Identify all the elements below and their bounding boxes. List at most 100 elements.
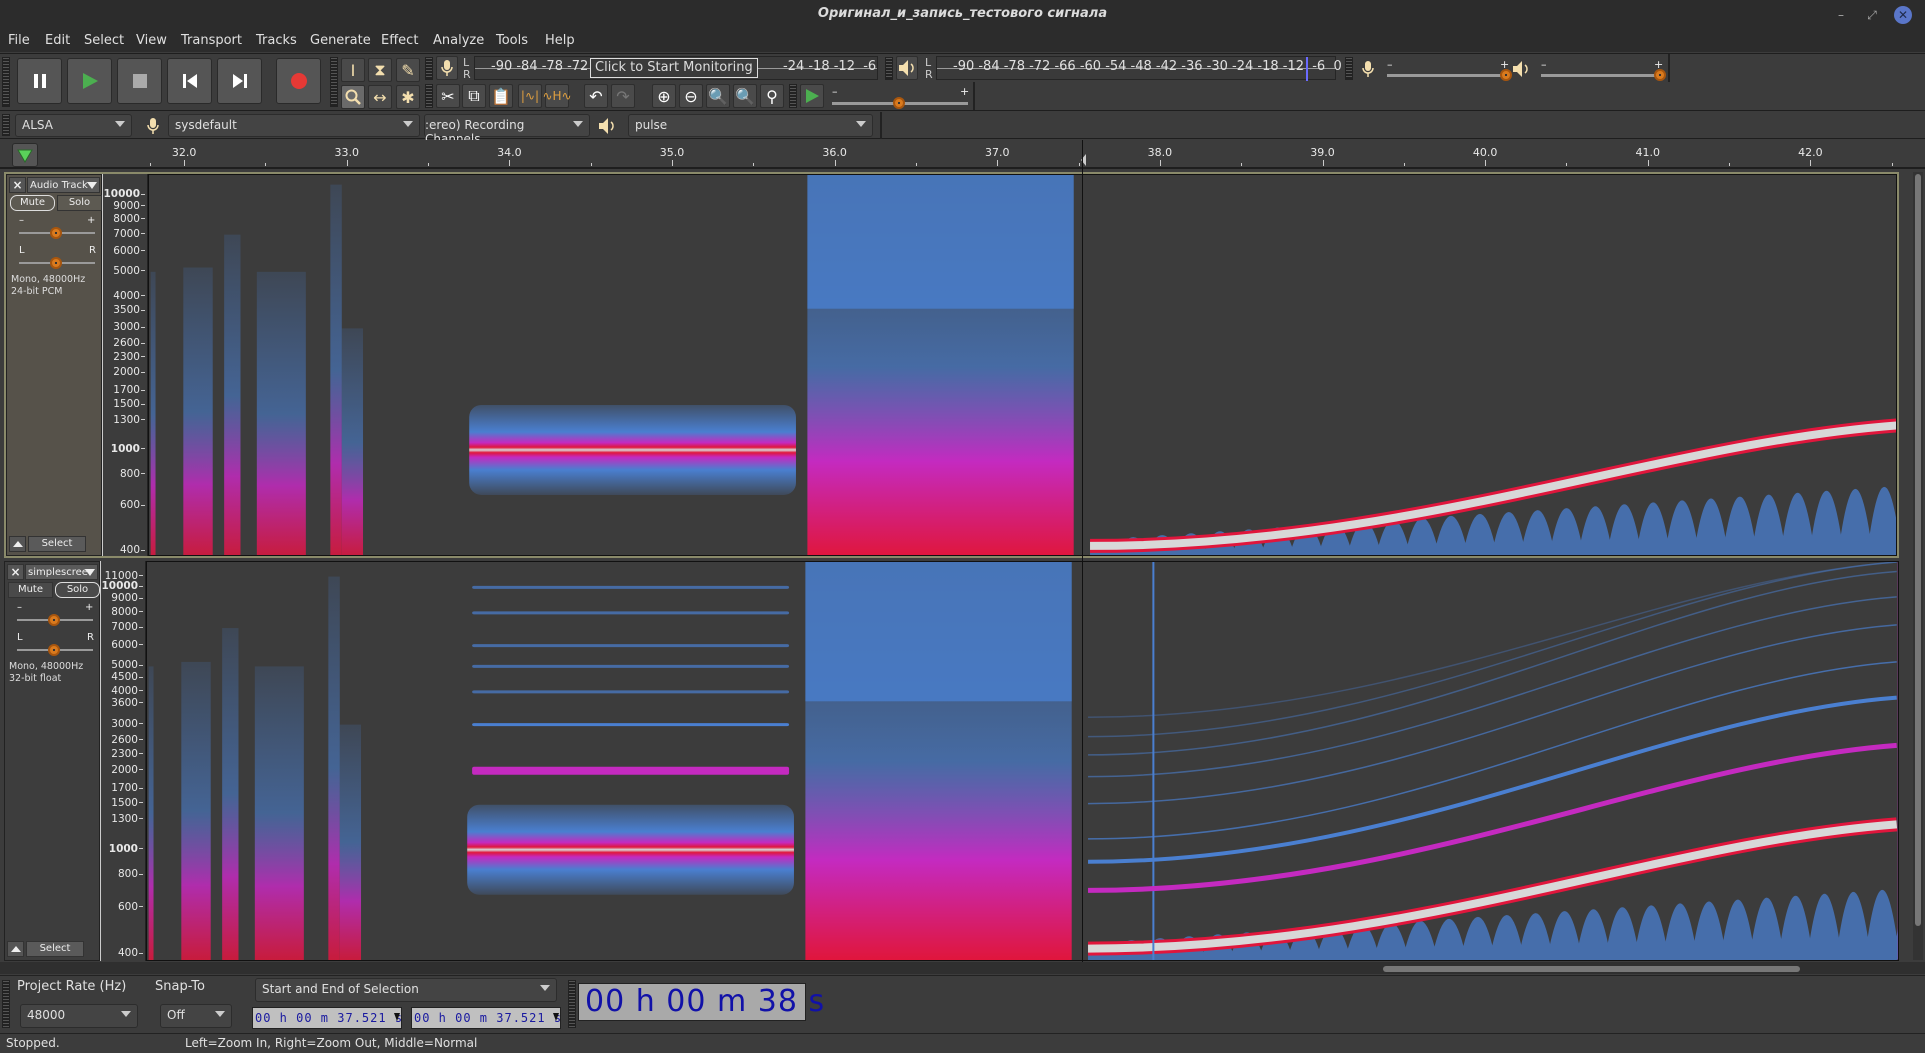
playback-device-select[interactable]: pulse	[628, 114, 873, 137]
envelope-tool-button[interactable]: ⧗	[368, 58, 392, 82]
multi-tool-button[interactable]: ✱	[396, 85, 420, 109]
maximize-button[interactable]: ⤢	[1863, 6, 1881, 24]
project-rate-select[interactable]: 48000	[20, 1004, 138, 1028]
selection-end-time[interactable]: 00 h 00 m 37.521 s	[411, 1007, 561, 1029]
spectrogram-view[interactable]	[148, 174, 1897, 556]
status-hint: Left=Zoom In, Right=Zoom Out, Middle=Nor…	[185, 1036, 478, 1050]
speech-energy	[328, 576, 340, 960]
play-meter-grip[interactable]	[885, 57, 893, 80]
pause-button[interactable]	[17, 58, 62, 104]
mute-button[interactable]: Mute	[8, 582, 53, 598]
trim-audio-button[interactable]: |∿|	[518, 84, 542, 108]
playback-volume-slider[interactable]	[1541, 74, 1661, 77]
time-toolbar-grip[interactable]	[568, 980, 576, 1028]
play-at-speed-button[interactable]	[800, 84, 824, 108]
zoom-in-button[interactable]: ⊕	[652, 84, 676, 108]
track-name-menu[interactable]: simplescree	[25, 564, 98, 580]
close-track-button[interactable]: ×	[9, 177, 26, 193]
menu-transport[interactable]: Transport	[181, 33, 242, 48]
spectrogram-view[interactable]	[146, 561, 1899, 961]
mixer-toolbar-grip[interactable]	[1345, 57, 1353, 80]
menu-generate[interactable]: Generate	[310, 33, 371, 48]
mute-button[interactable]: Mute	[10, 195, 55, 211]
playback-volume-knob[interactable]	[1654, 69, 1666, 81]
close-window-button[interactable]: ✕	[1894, 6, 1912, 24]
record-button[interactable]	[276, 58, 321, 104]
menu-help[interactable]: Help	[545, 33, 575, 48]
skip-to-end-button[interactable]	[217, 58, 262, 104]
snap-to-select[interactable]: Off	[160, 1004, 232, 1028]
menu-tools[interactable]: Tools	[496, 33, 528, 48]
silence-audio-button[interactable]: ∿H∿	[542, 84, 572, 108]
gain-knob[interactable]	[48, 614, 60, 626]
play-speed-knob[interactable]	[893, 97, 905, 109]
frequency-tick: 4000	[111, 685, 145, 697]
vertical-scrollbar-thumb[interactable]	[1915, 174, 1921, 926]
draw-tool-button[interactable]: ✎	[396, 58, 420, 82]
gain-knob[interactable]	[50, 227, 62, 239]
transport-toolbar-grip[interactable]	[2, 57, 10, 107]
frequency-tick: 1000	[109, 843, 145, 855]
play-button[interactable]	[67, 58, 112, 104]
timeline-ruler[interactable]: 32.0 33.0 34.0 35.0 36.0 37.0 38.0 39.0 40.0 41.0…	[0, 140, 1925, 169]
audio-track-1[interactable]: × Audio Track Mute Solo – + L R Mono, 48…	[4, 172, 1899, 558]
copy-button[interactable]: ⧉	[462, 84, 486, 108]
play-meter-button[interactable]	[896, 56, 918, 80]
zoom-toggle-button[interactable]: ⚲	[760, 84, 784, 108]
collapse-track-button[interactable]	[7, 941, 24, 957]
close-track-button[interactable]: ×	[7, 564, 24, 580]
play-at-speed-grip[interactable]	[789, 84, 797, 108]
recording-volume-slider[interactable]	[1387, 74, 1507, 77]
menu-analyze[interactable]: Analyze	[433, 33, 484, 48]
solo-button[interactable]: Solo	[57, 195, 102, 211]
skip-to-start-button[interactable]	[167, 58, 212, 104]
audio-track-2[interactable]: × simplescree Mute Solo – + L R Mono, 48…	[4, 561, 1899, 961]
menu-effect[interactable]: Effect	[381, 33, 418, 48]
fit-project-button[interactable]: 🔍	[733, 84, 757, 108]
stop-button[interactable]	[117, 58, 162, 104]
solo-button[interactable]: Solo	[55, 582, 100, 598]
zoom-out-button[interactable]: ⊖	[679, 84, 703, 108]
device-toolbar-grip[interactable]	[2, 114, 10, 136]
pan-knob[interactable]	[50, 257, 62, 269]
fit-selection-button[interactable]: 🔍	[706, 84, 730, 108]
start-monitoring-tooltip[interactable]: Click to Start Monitoring	[590, 58, 758, 78]
audio-position-display[interactable]: 00 h 00 m 38 s	[578, 983, 824, 1021]
select-track-button[interactable]: Select	[28, 536, 86, 552]
recording-device-select[interactable]: sysdefault	[168, 114, 420, 137]
menu-view[interactable]: View	[136, 33, 167, 48]
selection-toolbar-grip[interactable]	[2, 980, 10, 1028]
menu-file[interactable]: File	[8, 33, 30, 48]
play-meter[interactable]: -90 -84 -78 -72 -66 -60 -54 -48 -42 -36 …	[936, 56, 1342, 81]
recording-volume-knob[interactable]	[1500, 69, 1512, 81]
frequency-ruler[interactable]: 10000 9000 8000 7000 6000 5000 4000 3500 3000 260…	[102, 174, 148, 556]
record-meter-grip[interactable]	[425, 57, 433, 80]
timeline-options-button[interactable]	[12, 143, 38, 167]
collapse-track-button[interactable]	[9, 536, 26, 552]
audio-host-select[interactable]: ALSA	[15, 114, 132, 137]
cut-button[interactable]: ✂	[436, 84, 460, 108]
frequency-ruler[interactable]: 11000 10000 9000 8000 7000 6000 5000 4500 4000 36…	[100, 561, 146, 961]
menu-select[interactable]: Select	[84, 33, 124, 48]
undo-button[interactable]: ↶	[584, 84, 608, 108]
menu-edit[interactable]: Edit	[45, 33, 70, 48]
minimize-button[interactable]: –	[1832, 6, 1850, 24]
pan-knob[interactable]	[48, 644, 60, 656]
tools-toolbar-grip[interactable]	[330, 57, 338, 107]
selection-tool-button[interactable]: I	[341, 58, 365, 82]
recording-channels-select[interactable]: :ereo) Recording Channels	[424, 114, 590, 146]
menu-tracks[interactable]: Tracks	[256, 33, 297, 48]
paste-button[interactable]: 📋	[489, 84, 513, 108]
redo-button[interactable]: ↷	[611, 84, 635, 108]
selection-start-time[interactable]: 00 h 00 m 37.521 s	[252, 1007, 402, 1029]
track-name-menu[interactable]: Audio Track	[27, 177, 100, 193]
edit-toolbar-grip[interactable]	[425, 84, 433, 108]
select-track-button[interactable]: Select	[26, 941, 84, 957]
selection-mode-select[interactable]: Start and End of Selection	[255, 978, 557, 1002]
record-meter[interactable]: -90 -84 -78 -72 -24 -18 -12 -6 0 Click t…	[474, 56, 893, 80]
time-shift-tool-button[interactable]: ↔	[368, 85, 392, 109]
record-meter-button[interactable]	[436, 56, 458, 80]
i-beam-icon: I	[350, 60, 356, 80]
horizontal-scrollbar-thumb[interactable]	[1383, 966, 1800, 972]
zoom-tool-button[interactable]	[341, 85, 365, 109]
